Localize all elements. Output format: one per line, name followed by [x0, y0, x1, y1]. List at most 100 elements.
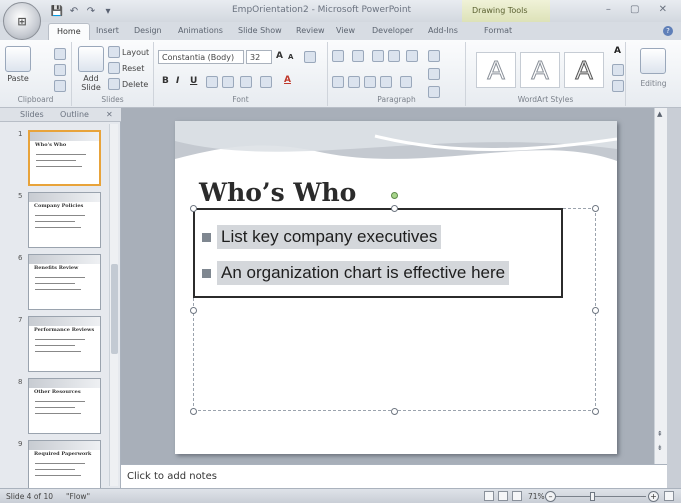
format-painter-icon[interactable] — [54, 80, 66, 92]
scroll-up-icon[interactable]: ▲ — [657, 110, 662, 118]
columns-icon[interactable] — [400, 76, 412, 88]
previous-slide-icon[interactable]: ⇞ — [657, 430, 663, 438]
resize-handle[interactable] — [190, 205, 197, 212]
text-outline-icon[interactable] — [612, 64, 624, 76]
align-right-icon[interactable] — [364, 76, 376, 88]
office-button[interactable]: ⊞ — [3, 2, 41, 40]
notes-pane[interactable]: Click to add notes — [121, 464, 667, 488]
new-slide-button[interactable]: Add Slide — [76, 46, 106, 92]
align-center-icon[interactable] — [348, 76, 360, 88]
resize-handle[interactable] — [190, 408, 197, 415]
cut-icon[interactable] — [54, 48, 66, 60]
slide-thumbnail[interactable]: Who's Who — [28, 130, 101, 186]
slide-thumbnail[interactable]: Benefits Review — [28, 254, 101, 310]
tab-design[interactable]: Design — [134, 26, 162, 35]
paste-button[interactable]: Paste — [5, 46, 31, 83]
reset-button[interactable]: Reset — [108, 62, 144, 74]
close-pane-icon[interactable]: ✕ — [106, 110, 113, 119]
help-icon[interactable]: ? — [663, 26, 673, 36]
tab-outline[interactable]: Outline — [60, 110, 89, 119]
save-icon[interactable]: 💾 — [50, 4, 64, 18]
wordart-style-2[interactable]: A — [520, 52, 560, 88]
fit-to-window-icon[interactable] — [664, 491, 674, 501]
clear-formatting-icon[interactable] — [304, 51, 316, 63]
normal-view-icon[interactable] — [484, 491, 494, 501]
wordart-style-1[interactable]: A — [476, 52, 516, 88]
resize-handle[interactable] — [190, 307, 197, 314]
underline-button[interactable]: U — [190, 76, 197, 86]
tab-view[interactable]: View — [336, 26, 355, 35]
tab-review[interactable]: Review — [296, 26, 325, 35]
pane-scrollbar[interactable] — [109, 124, 118, 486]
thumbnail-title: Benefits Review — [34, 265, 79, 271]
justify-icon[interactable] — [380, 76, 392, 88]
editing-group-label[interactable]: Editing — [626, 79, 681, 88]
text-fill-icon[interactable]: A — [614, 46, 621, 56]
slide-thumbnail[interactable]: Performance Reviews — [28, 316, 101, 372]
tab-animations[interactable]: Animations — [178, 26, 223, 35]
rotation-handle[interactable] — [391, 192, 398, 199]
tab-add-ins[interactable]: Add-Ins — [428, 26, 458, 35]
bold-button[interactable]: B — [162, 76, 169, 86]
editor-scrollbar[interactable]: ▲ ⇞ ⇟ — [654, 108, 667, 464]
grow-font-icon[interactable]: A — [276, 51, 283, 61]
slide-title[interactable]: Who’s Who — [199, 178, 356, 207]
font-color-icon[interactable]: A — [284, 75, 291, 85]
font-name-box[interactable]: Constantia (Body) — [158, 50, 244, 64]
tab-format[interactable]: Format — [484, 26, 512, 35]
undo-icon[interactable]: ↶ — [67, 4, 81, 18]
binoculars-icon[interactable] — [640, 48, 666, 74]
resize-handle[interactable] — [391, 205, 398, 212]
text-effects-icon[interactable] — [612, 80, 624, 92]
text-direction-icon[interactable] — [428, 50, 440, 62]
delete-label: Delete — [122, 79, 149, 89]
next-slide-icon[interactable]: ⇟ — [657, 444, 663, 452]
slide-sorter-icon[interactable] — [498, 491, 508, 501]
increase-indent-icon[interactable] — [388, 50, 400, 62]
wordart-style-3[interactable]: A — [564, 52, 604, 88]
window-controls[interactable]: – ▢ ✕ — [606, 4, 675, 15]
slide-canvas[interactable]: Who’s Who List key company executives An… — [175, 121, 617, 454]
zoom-slider-knob[interactable] — [590, 492, 595, 501]
pane-scroll-thumb[interactable] — [111, 264, 118, 354]
bullet-item[interactable]: An organization chart is effective here — [202, 261, 510, 285]
tab-home[interactable]: Home — [48, 23, 90, 40]
zoom-slider-track[interactable] — [556, 496, 646, 497]
notes-placeholder[interactable]: Click to add notes — [127, 471, 217, 482]
redo-icon[interactable]: ↷ — [84, 4, 98, 18]
slide-thumbnail[interactable]: Other Resources — [28, 378, 101, 434]
resize-handle[interactable] — [592, 408, 599, 415]
character-spacing-icon[interactable] — [240, 76, 252, 88]
tab-slides[interactable]: Slides — [20, 110, 44, 119]
font-size-box[interactable]: 32 — [246, 50, 272, 64]
slideshow-view-icon[interactable] — [512, 491, 522, 501]
zoom-in-button[interactable]: + — [648, 491, 659, 502]
resize-handle[interactable] — [391, 408, 398, 415]
shadow-icon[interactable] — [206, 76, 218, 88]
shrink-font-icon[interactable]: A — [288, 53, 293, 61]
copy-icon[interactable] — [54, 64, 66, 76]
resize-handle[interactable] — [592, 307, 599, 314]
zoom-out-button[interactable]: – — [545, 491, 556, 502]
customize-qat-icon[interactable]: ▾ — [101, 4, 115, 18]
zoom-level[interactable]: 71% — [528, 492, 545, 501]
change-case-icon[interactable] — [260, 76, 272, 88]
line-spacing-icon[interactable] — [406, 50, 418, 62]
bullet-item[interactable]: List key company executives — [202, 225, 442, 249]
tab-insert[interactable]: Insert — [96, 26, 119, 35]
italic-button[interactable]: I — [176, 76, 179, 86]
layout-button[interactable]: Layout — [108, 46, 149, 58]
strikethrough-icon[interactable] — [222, 76, 234, 88]
align-left-icon[interactable] — [332, 76, 344, 88]
thumbnail-line — [35, 215, 85, 216]
delete-button[interactable]: Delete — [108, 78, 148, 90]
tab-developer[interactable]: Developer — [372, 26, 413, 35]
decrease-indent-icon[interactable] — [372, 50, 384, 62]
tab-slide-show[interactable]: Slide Show — [238, 26, 282, 35]
slide-thumbnail[interactable]: Company Policies — [28, 192, 101, 248]
numbering-icon[interactable] — [352, 50, 364, 62]
align-text-icon[interactable] — [428, 68, 440, 80]
thumbnail-title: Other Resources — [34, 389, 81, 395]
bullets-icon[interactable] — [332, 50, 344, 62]
resize-handle[interactable] — [592, 205, 599, 212]
